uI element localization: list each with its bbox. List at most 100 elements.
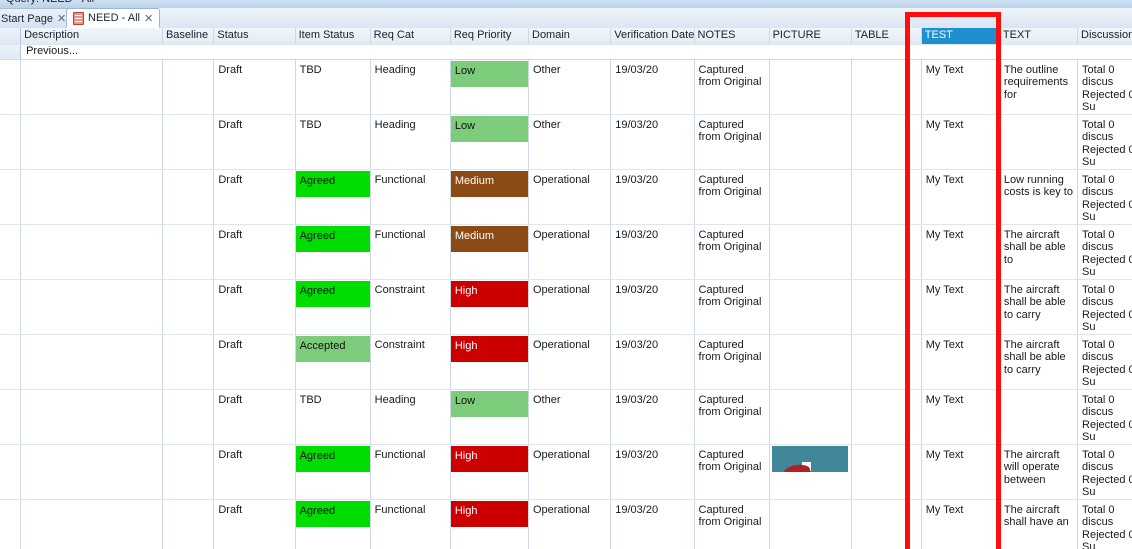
cell-test[interactable]: My Text [921,114,1000,170]
cell-picture[interactable] [769,279,852,335]
cell-req-cat[interactable]: Constraint [370,334,451,390]
column-header-disc[interactable]: Discussions [1077,28,1132,45]
row-number-cell[interactable] [0,334,22,390]
cell-item-status[interactable]: Accepted [295,334,371,390]
column-header-test[interactable]: TEST [921,28,1000,45]
cell-req-priority[interactable]: High [450,279,530,335]
cell-notes[interactable]: Captured from Original [694,334,770,390]
cell-item-status[interactable]: TBD [295,389,371,445]
cell-domain[interactable]: Operational [528,224,612,280]
column-header-reqcat[interactable]: Req Cat [370,28,451,45]
cell-picture[interactable] [769,334,852,390]
table-row[interactable]: Draft Agreed Functional High Operational 19/0… [0,444,1132,500]
row-number-cell[interactable] [0,389,22,445]
close-icon[interactable]: ✕ [57,12,66,25]
cell-verification-date[interactable]: 19/03/20 [610,169,695,225]
column-header-table[interactable]: TABLE [851,28,922,45]
cell-baseline[interactable] [162,279,215,335]
cell-test[interactable]: My Text [921,59,1000,115]
cell-table[interactable] [851,499,922,549]
cell-baseline[interactable] [162,59,215,115]
column-header-status[interactable]: Status [213,28,296,45]
cell-verification-date[interactable]: 19/03/20 [610,114,695,170]
cell-domain[interactable]: Operational [528,279,612,335]
row-number-cell[interactable] [0,499,22,549]
cell-item-status[interactable]: Agreed [295,224,371,280]
cell-table[interactable] [851,169,922,225]
column-header-notes[interactable]: NOTES [694,28,770,45]
cell-domain[interactable]: Other [528,114,612,170]
cell-text[interactable]: The outline requirements for [999,59,1079,115]
cell-picture[interactable] [769,114,852,170]
cell-req-cat[interactable]: Constraint [370,279,451,335]
cell-discussions[interactable]: Total 0 discus Rejected 0, Su [1077,224,1132,280]
cell-item-status[interactable]: TBD [295,114,371,170]
cell-text[interactable]: The aircraft will operate between [999,444,1079,500]
cell-test[interactable]: My Text [921,334,1000,390]
tab-start-page[interactable]: Start Page ✕ [0,8,74,28]
cell-description[interactable] [20,279,163,335]
row-number-cell[interactable] [0,114,22,170]
cell-discussions[interactable]: Total 0 discus Rejected 0, Su [1077,499,1132,549]
row-number-cell[interactable] [0,224,22,280]
cell-description[interactable] [20,444,163,500]
cell-test[interactable]: My Text [921,169,1000,225]
cell-table[interactable] [851,224,922,280]
cell-status[interactable]: Draft [213,499,296,549]
cell-domain[interactable]: Operational [528,499,612,549]
column-header-desc[interactable]: Description [20,28,163,45]
column-header-itemst[interactable]: Item Status [295,28,371,45]
cell-domain[interactable]: Operational [528,334,612,390]
cell-table[interactable] [851,279,922,335]
table-row[interactable]: Draft Accepted Constraint High Operational 19… [0,334,1132,390]
cell-req-priority[interactable]: High [450,444,530,500]
cell-text[interactable]: The aircraft shall be able to [999,224,1079,280]
cell-test[interactable]: My Text [921,224,1000,280]
previous-banner-cell[interactable]: Previous... [20,44,1132,60]
column-header-text[interactable]: TEXT [999,28,1079,45]
cell-req-cat[interactable]: Heading [370,59,451,115]
cell-notes[interactable]: Captured from Original [694,59,770,115]
cell-description[interactable] [20,59,163,115]
cell-discussions[interactable]: Total 0 discus Rejected 0, Su [1077,169,1132,225]
cell-notes[interactable]: Captured from Original [694,169,770,225]
tab-need-all[interactable]: NEED - All ✕ [66,8,161,28]
cell-baseline[interactable] [162,169,215,225]
cell-domain[interactable]: Operational [528,169,612,225]
cell-text[interactable]: The aircraft shall be able to carry [999,334,1079,390]
cell-status[interactable]: Draft [213,114,296,170]
cell-req-priority[interactable]: High [450,334,530,390]
table-row[interactable]: Draft TBD Heading Low Other 19/03/20 Captured … [0,59,1132,115]
cell-verification-date[interactable]: 19/03/20 [610,224,695,280]
cell-req-priority[interactable]: High [450,499,530,549]
cell-picture[interactable] [769,444,852,500]
cell-discussions[interactable]: Total 0 discus Rejected 0, Su [1077,334,1132,390]
table-row[interactable]: Draft Agreed Functional Medium Operational 19… [0,224,1132,280]
column-header-reqpri[interactable]: Req Priority [450,28,530,45]
table-row[interactable]: Draft Agreed Functional Medium Operational 19… [0,169,1132,225]
cell-notes[interactable]: Captured from Original [694,224,770,280]
cell-description[interactable] [20,114,163,170]
cell-status[interactable]: Draft [213,59,296,115]
cell-description[interactable] [20,169,163,225]
cell-baseline[interactable] [162,389,215,445]
row-number-header[interactable] [0,28,22,45]
cell-picture[interactable] [769,169,852,225]
cell-item-status[interactable]: Agreed [295,499,371,549]
cell-test[interactable]: My Text [921,389,1000,445]
cell-verification-date[interactable]: 19/03/20 [610,499,695,549]
cell-text[interactable]: The aircraft shall have an [999,499,1079,549]
cell-description[interactable] [20,499,163,549]
cell-item-status[interactable]: Agreed [295,169,371,225]
cell-req-priority[interactable]: Low [450,59,530,115]
cell-status[interactable]: Draft [213,389,296,445]
cell-domain[interactable]: Other [528,59,612,115]
cell-text[interactable]: Low running costs is key to [999,169,1079,225]
previous-banner-row[interactable]: Previous... [0,44,1132,60]
cell-req-priority[interactable]: Low [450,114,530,170]
results-grid[interactable]: Description Baseline Status Item Status Req … [0,28,1132,549]
row-number-cell[interactable] [0,444,22,500]
cell-baseline[interactable] [162,114,215,170]
column-header-domain[interactable]: Domain [528,28,612,45]
cell-req-priority[interactable]: Low [450,389,530,445]
